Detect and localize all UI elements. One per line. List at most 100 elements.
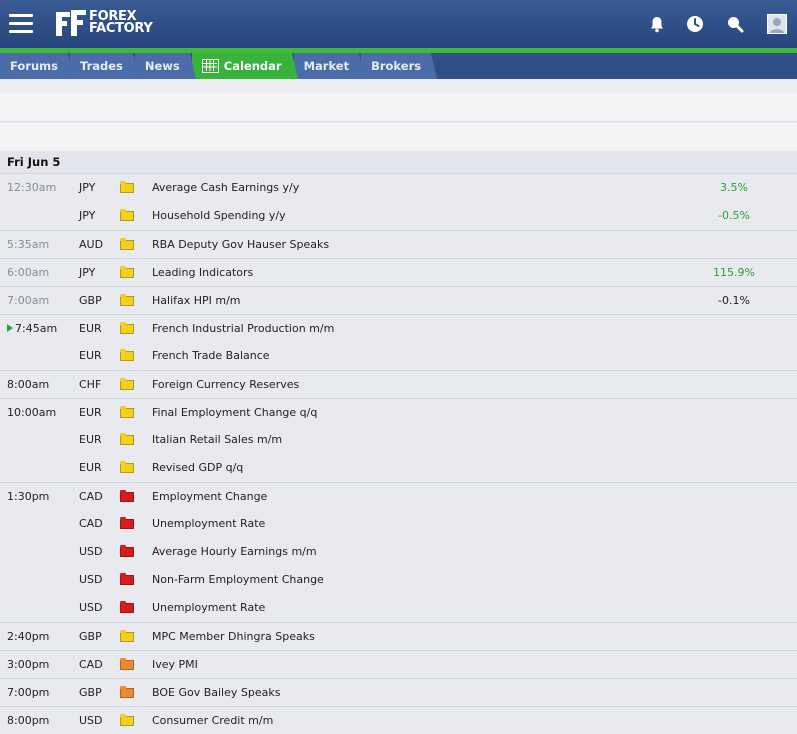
event-time: 7:45am (7, 315, 71, 343)
event-time: 3:00pm (7, 658, 50, 671)
event-actual-value: 3.5% (720, 181, 748, 194)
impact-low-folder-icon[interactable] (120, 406, 134, 418)
bell-icon[interactable] (645, 12, 669, 36)
impact-high-folder-icon[interactable] (120, 573, 134, 585)
user-avatar-icon[interactable] (765, 12, 789, 36)
calendar-event-row[interactable]: USD Non-Farm Employment Change (0, 566, 797, 594)
calendar-event-row[interactable]: EUR Italian Retail Sales m/m (0, 426, 797, 454)
tab-label: Calendar (223, 59, 282, 73)
event-time: 7:00am (7, 294, 50, 307)
event-title[interactable]: Non-Farm Employment Change (152, 566, 324, 594)
event-title[interactable]: Employment Change (152, 483, 267, 511)
tab-brokers[interactable]: Brokers (361, 53, 438, 79)
impact-high-folder-icon[interactable] (120, 490, 134, 502)
event-title[interactable]: BOE Gov Bailey Speaks (152, 679, 280, 707)
clock-icon[interactable] (683, 12, 707, 36)
impact-low-folder-icon[interactable] (120, 630, 134, 642)
tab-calendar[interactable]: Calendar (191, 53, 298, 79)
tab-forums[interactable]: Forums (0, 53, 74, 79)
tab-market[interactable]: Market (293, 53, 366, 79)
calendar-event-row[interactable]: EUR Revised GDP q/q (0, 454, 797, 482)
logo-mark-icon (56, 10, 86, 36)
event-title[interactable]: Unemployment Rate (152, 594, 265, 622)
impact-low-folder-icon[interactable] (120, 322, 134, 334)
search-icon[interactable] (723, 12, 747, 36)
calendar-event-row[interactable]: 7:00am GBP Halifax HPI m/m -0.1% (0, 286, 797, 314)
event-actual-value: -0.5% (718, 209, 750, 222)
event-time: 12:30am (7, 181, 57, 194)
impact-medium-folder-icon[interactable] (120, 658, 134, 670)
calendar-event-row[interactable]: 3:00pm CAD Ivey PMI (0, 650, 797, 678)
calendar-event-row[interactable]: 8:00pm USD Consumer Credit m/m (0, 706, 797, 734)
impact-high-folder-icon[interactable] (120, 545, 134, 557)
impact-high-folder-icon[interactable] (120, 517, 134, 529)
impact-low-folder-icon[interactable] (120, 266, 134, 278)
impact-low-folder-icon[interactable] (120, 378, 134, 390)
calendar-event-row[interactable]: EUR French Trade Balance (0, 342, 797, 370)
hamburger-menu-icon[interactable] (9, 14, 33, 34)
event-currency: JPY (79, 209, 96, 222)
event-time: 10:00am (7, 406, 57, 419)
event-title[interactable]: Household Spending y/y (152, 202, 286, 230)
event-actual-value: 115.9% (713, 266, 755, 279)
impact-low-folder-icon[interactable] (120, 238, 134, 250)
calendar-event-row[interactable]: 6:00am JPY Leading Indicators 115.9% (0, 258, 797, 286)
event-title[interactable]: Ivey PMI (152, 651, 198, 679)
main-nav: Forums Trades News Calendar Market Brokers (0, 53, 797, 79)
event-currency: EUR (79, 461, 102, 474)
calendar-event-row[interactable]: 1:30pm CAD Employment Change (0, 482, 797, 510)
event-currency: JPY (79, 181, 96, 194)
impact-high-folder-icon[interactable] (120, 601, 134, 613)
calendar-event-row[interactable]: 7:45am EUR French Industrial Production m/… (0, 314, 797, 342)
calendar-event-row[interactable]: 8:00am CHF Foreign Currency Reserves (0, 370, 797, 398)
calendar-event-row[interactable]: 2:40pm GBP MPC Member Dhingra Speaks (0, 622, 797, 650)
event-currency: GBP (79, 294, 102, 307)
event-title[interactable]: Average Cash Earnings y/y (152, 174, 299, 202)
impact-medium-folder-icon[interactable] (120, 686, 134, 698)
impact-low-folder-icon[interactable] (120, 461, 134, 473)
calendar-event-row[interactable]: 5:35am AUD RBA Deputy Gov Hauser Speaks (0, 230, 797, 258)
event-currency: JPY (79, 266, 96, 279)
impact-low-folder-icon[interactable] (120, 433, 134, 445)
calendar-event-row[interactable]: 12:30am JPY Average Cash Earnings y/y 3.5% (0, 174, 797, 202)
spacer-band (0, 79, 797, 93)
event-title[interactable]: Final Employment Change q/q (152, 399, 317, 427)
event-title[interactable]: Consumer Credit m/m (152, 707, 273, 734)
event-currency: CAD (79, 658, 103, 671)
impact-low-folder-icon[interactable] (120, 714, 134, 726)
calendar-event-row[interactable]: CAD Unemployment Rate (0, 510, 797, 538)
calendar-event-row[interactable]: 10:00am EUR Final Employment Change q/q (0, 398, 797, 426)
event-title[interactable]: Revised GDP q/q (152, 454, 243, 482)
event-title[interactable]: MPC Member Dhingra Speaks (152, 623, 315, 651)
event-currency: AUD (79, 238, 104, 251)
event-currency: USD (79, 573, 103, 586)
calendar-event-row[interactable]: 7:00pm GBP BOE Gov Bailey Speaks (0, 678, 797, 706)
impact-low-folder-icon[interactable] (120, 349, 134, 361)
event-time: 8:00pm (7, 714, 50, 727)
event-title[interactable]: Foreign Currency Reserves (152, 371, 299, 399)
tab-news[interactable]: News (134, 53, 196, 79)
impact-low-folder-icon[interactable] (120, 209, 134, 221)
event-title[interactable]: Halifax HPI m/m (152, 287, 241, 315)
event-title[interactable]: Italian Retail Sales m/m (152, 426, 282, 454)
event-title[interactable]: French Industrial Production m/m (152, 315, 334, 343)
event-title[interactable]: Unemployment Rate (152, 510, 265, 538)
calendar-event-row[interactable]: JPY Household Spending y/y -0.5% (0, 202, 797, 230)
event-time: 2:40pm (7, 630, 50, 643)
impact-low-folder-icon[interactable] (120, 181, 134, 193)
tab-trades[interactable]: Trades (69, 53, 139, 79)
event-title[interactable]: Average Hourly Earnings m/m (152, 538, 317, 566)
filter-band (0, 93, 797, 122)
event-time: 7:00pm (7, 686, 50, 699)
impact-low-folder-icon[interactable] (120, 294, 134, 306)
site-logo[interactable]: FOREX FACTORY (56, 9, 153, 37)
event-currency: EUR (79, 349, 102, 362)
tab-label: News (144, 59, 180, 73)
event-currency: USD (79, 714, 103, 727)
event-title[interactable]: RBA Deputy Gov Hauser Speaks (152, 231, 329, 259)
event-title[interactable]: Leading Indicators (152, 259, 253, 287)
event-title[interactable]: French Trade Balance (152, 342, 270, 370)
calendar-event-row[interactable]: USD Average Hourly Earnings m/m (0, 538, 797, 566)
calendar-event-list: 12:30am JPY Average Cash Earnings y/y 3.5% J… (0, 174, 797, 734)
calendar-event-row[interactable]: USD Unemployment Rate (0, 594, 797, 622)
